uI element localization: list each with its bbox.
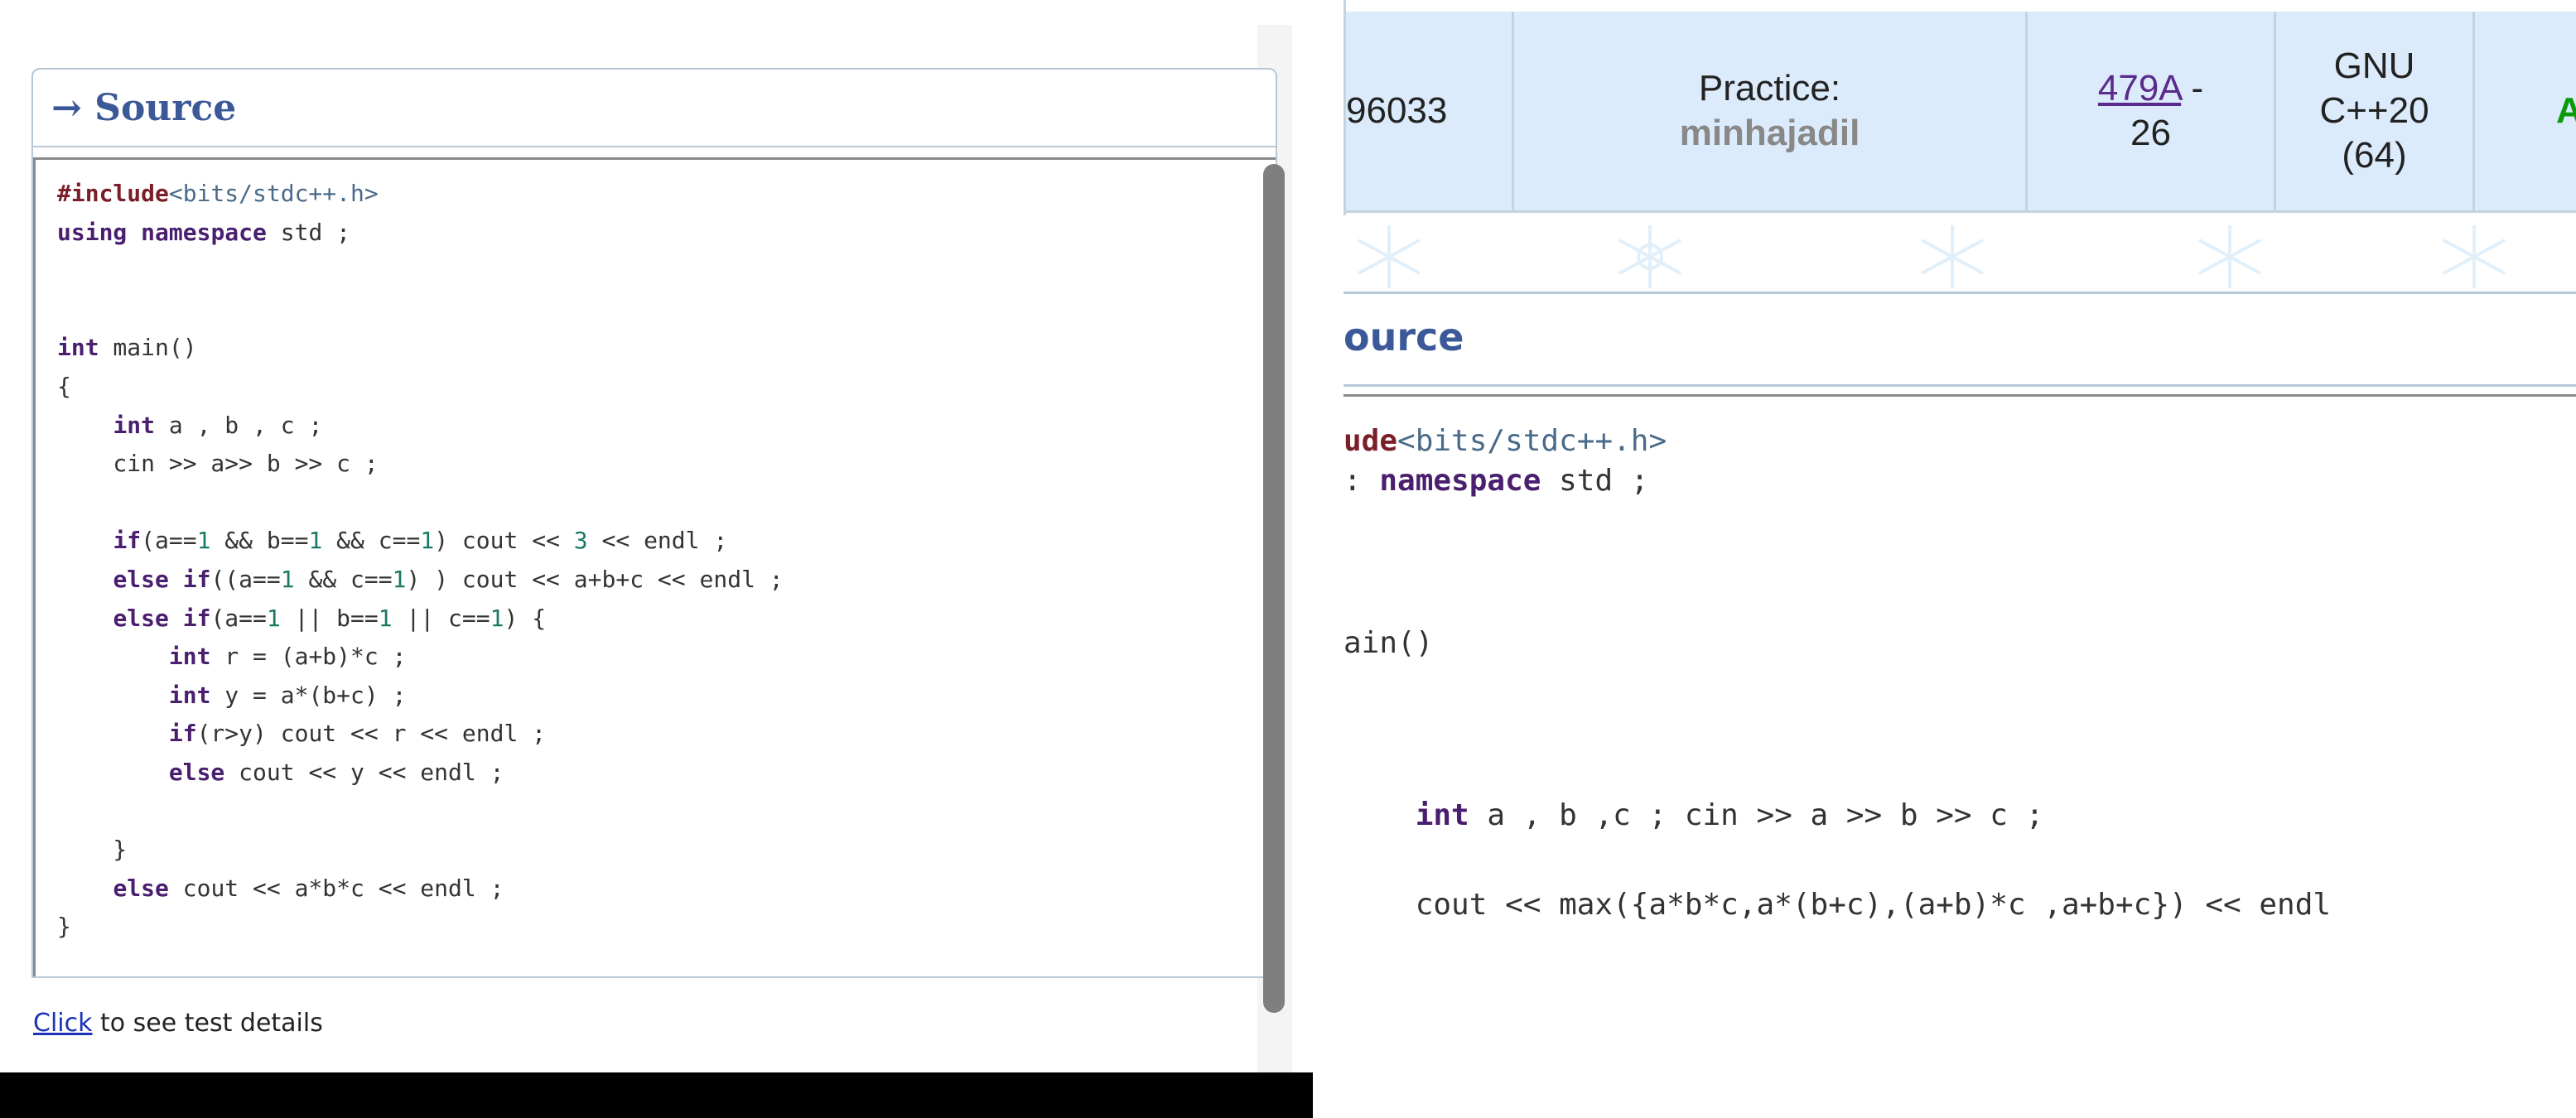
test-details-line: Click to see test details [33, 1009, 323, 1038]
code-line: cout << max({a*b*c,a*(b+c),(a+b)*c ,a+b+… [1343, 888, 2332, 922]
left-source-panel: → Source #include<bits/stdc++.h> using na… [0, 0, 1313, 1118]
submission-id-cell: 96033 [1346, 12, 1512, 210]
table-row: 96033 Practice: minhajadil 479A -26 GNU C+… [1346, 12, 2576, 213]
divider [1343, 394, 2576, 397]
code-line: if(r>y) cout << r << endl ; [168, 720, 547, 748]
code-line: int main() [57, 334, 197, 362]
code-line: else cout << y << endl ; [168, 758, 504, 786]
code-line: : namespace std ; [1343, 464, 1649, 498]
lang-line-3: (64) [2342, 135, 2407, 176]
snowflake-icon [1618, 225, 1681, 288]
code-line: } [57, 836, 128, 864]
source-header: → Source [33, 70, 1276, 147]
right-source-box: ource ude<bits/stdc++.h> : namespace std … [1343, 292, 2576, 1118]
code-line: cin >> a>> b >> c ; [57, 450, 379, 478]
snowflake-icon [2198, 225, 2261, 288]
code-line: else if((a==1 && c==1) ) cout << a+b+c <… [113, 565, 784, 593]
code-line: ude<bits/stdc++.h> [1343, 424, 1667, 458]
submission-id: 96033 [1346, 90, 1448, 131]
party-name: minhajadil [1679, 113, 1860, 153]
party-cell: Practice: minhajadil [1512, 12, 2025, 210]
source-code-block[interactable]: #include<bits/stdc++.h> using namespace s… [33, 157, 1276, 976]
snowflake-icon [1358, 225, 1421, 288]
verdict: A [2556, 90, 2576, 131]
code-line: { [57, 372, 71, 400]
problem-dash: - [2181, 68, 2204, 108]
problem-score: 26 [2130, 113, 2171, 153]
click-test-details-link[interactable]: Click [33, 1009, 92, 1038]
source-box: → Source #include<bits/stdc++.h> using na… [31, 68, 1277, 978]
snowflake-decoration [1343, 215, 2576, 298]
language-cell: GNU C++20 (64) [2274, 12, 2472, 210]
party-label: Practice: [1698, 68, 1841, 108]
code-line: int a , b ,c ; cin >> a >> b >> c ; [1415, 798, 2044, 832]
code-line: #include<bits/stdc++.h> [57, 180, 379, 207]
code-line: int a , b , c ; [113, 411, 323, 439]
problem-link[interactable]: 479A [2098, 68, 2181, 108]
code-line: int r = (a+b)*c ; [168, 643, 407, 671]
code-line: else cout << a*b*c << endl ; [113, 874, 504, 902]
code-line: if(a==1 && b==1 && c==1) cout << 3 << en… [113, 527, 728, 555]
lang-line-1: GNU [2333, 46, 2415, 86]
code-line: } [57, 913, 71, 941]
verdict-cell: A [2472, 12, 2576, 210]
code-line: using namespace std ; [57, 218, 351, 246]
source-header: ource [1343, 315, 1464, 359]
submission-table: 96033 Practice: minhajadil 479A -26 GNU C+… [1343, 0, 2576, 217]
test-details-text: to see test details [92, 1009, 323, 1038]
lang-line-2: C++20 [2319, 90, 2429, 131]
code-line: else if(a==1 || b==1 || c==1) { [113, 604, 547, 632]
code-line: int y = a*(b+c) ; [168, 681, 407, 709]
problem-cell: 479A -26 [2025, 12, 2274, 210]
code-line: ain() [1343, 626, 1434, 660]
snowflake-icon [1921, 225, 1984, 288]
divider [1343, 292, 2576, 294]
vertical-scrollbar[interactable] [1263, 164, 1285, 1013]
divider [1343, 384, 2576, 387]
snowflake-icon [2443, 225, 2506, 288]
black-bar [0, 1072, 1313, 1118]
